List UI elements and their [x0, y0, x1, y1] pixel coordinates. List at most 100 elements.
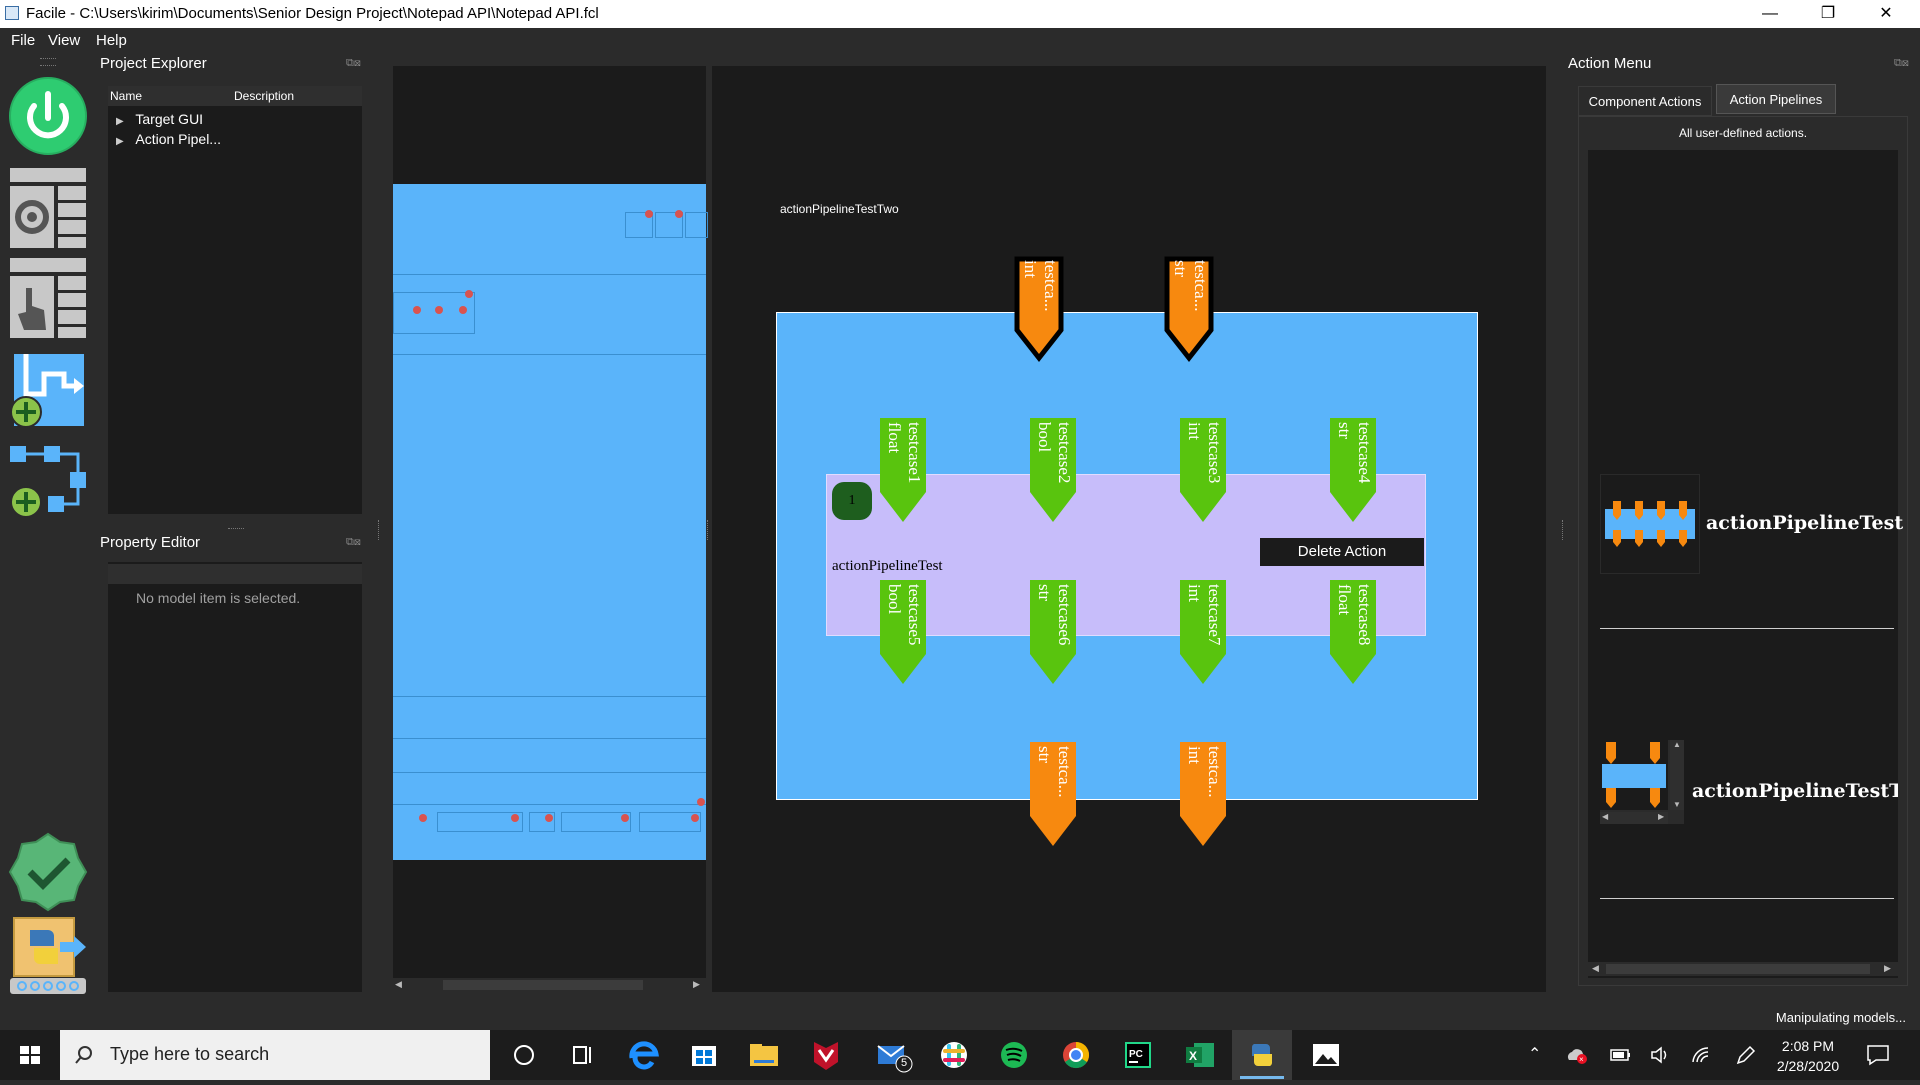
dock-splitter[interactable] — [378, 520, 381, 540]
scroll-left-icon[interactable]: ◀ — [395, 979, 402, 990]
battery-icon[interactable] — [1610, 1047, 1632, 1063]
action-center-icon[interactable] — [1866, 1044, 1890, 1066]
scrollbar-thumb[interactable] — [443, 980, 643, 990]
panel-splitter-grip[interactable] — [228, 528, 244, 533]
action-thumbnail-2[interactable]: ▲ ▼ ◀ ▶ — [1600, 740, 1684, 824]
action-item-label-2[interactable]: actionPipelineTestTw — [1692, 780, 1898, 802]
action-output-port[interactable]: testcase7 int — [1178, 580, 1228, 688]
toolbar-grip[interactable] — [40, 58, 56, 66]
action-output-port[interactable]: testcase8 float — [1328, 580, 1378, 688]
component-dot — [465, 290, 473, 298]
taskbar-clock[interactable]: 2:08 PM 2/28/2020 — [1768, 1036, 1848, 1076]
scroll-right-icon[interactable]: ▶ — [1658, 812, 1664, 821]
action-list-horizontal-scrollbar[interactable]: ◀ ▶ — [1588, 962, 1898, 976]
horizontal-scrollbar[interactable]: ◀ ▶ — [393, 978, 706, 992]
pipeline-output-port[interactable]: testca... str — [1028, 742, 1078, 850]
edge-browser-icon[interactable] — [614, 1030, 674, 1080]
wifi-icon[interactable] — [1690, 1045, 1712, 1065]
expand-arrow-icon[interactable]: ▶ — [116, 116, 124, 127]
add-action-pipeline-icon[interactable] — [8, 352, 88, 432]
port-name: testcase8 — [1355, 584, 1374, 646]
action-menu-dock-controls[interactable]: ⧉⊠ — [1894, 57, 1909, 70]
python-export-icon[interactable] — [8, 916, 88, 996]
component-dot — [419, 814, 427, 822]
add-component-pipeline-icon[interactable] — [8, 446, 88, 526]
port-name: testca... — [1055, 746, 1074, 798]
action-thumbnail-1[interactable] — [1600, 474, 1700, 574]
pycharm-icon[interactable]: PC — [1108, 1030, 1168, 1080]
gui-component[interactable] — [561, 812, 631, 832]
pipeline-output-port[interactable]: testca... int — [1178, 742, 1228, 850]
gui-component[interactable] — [685, 212, 708, 238]
project-explorer-dock-controls[interactable]: ⧉⊠ — [346, 57, 361, 70]
task-view-icon[interactable] — [552, 1030, 612, 1080]
project-explorer-tree[interactable] — [108, 86, 362, 514]
action-input-port[interactable]: testcase3 int — [1178, 418, 1228, 526]
thumb-vertical-scrollbar[interactable]: ▲ ▼ — [1670, 740, 1684, 810]
action-output-port[interactable]: testcase6 str — [1028, 580, 1078, 688]
onedrive-error-icon[interactable]: × — [1566, 1046, 1588, 1064]
scroll-down-icon[interactable]: ▼ — [1673, 800, 1681, 809]
column-header-description[interactable]: Description — [234, 89, 294, 103]
port-type: float — [1335, 584, 1354, 616]
component-dot — [621, 814, 629, 822]
minimize-button[interactable]: — — [1742, 0, 1798, 28]
pipeline-input-port[interactable]: testca... str — [1164, 256, 1214, 364]
pipeline-input-port[interactable]: testca... int — [1014, 256, 1064, 364]
spotify-icon[interactable] — [984, 1030, 1044, 1080]
target-gui-pointer-icon[interactable] — [8, 258, 88, 338]
taskbar-search-box[interactable]: Type here to search — [60, 1030, 490, 1080]
pen-workspace-icon[interactable] — [1734, 1045, 1756, 1065]
facile-python-app-icon[interactable] — [1232, 1030, 1292, 1080]
tab-component-actions[interactable]: Component Actions — [1578, 86, 1712, 116]
scrollbar-thumb[interactable] — [1606, 964, 1870, 974]
scroll-left-icon[interactable]: ◀ — [1602, 812, 1608, 821]
action-input-port[interactable]: testcase4 str — [1328, 418, 1378, 526]
windows-start-icon[interactable] — [0, 1030, 60, 1080]
validate-checkmark-icon[interactable] — [8, 832, 88, 912]
scroll-right-icon[interactable]: ▶ — [693, 979, 700, 990]
mcafee-icon[interactable] — [796, 1030, 856, 1080]
action-output-port[interactable]: testcase5 bool — [878, 580, 928, 688]
mail-icon[interactable]: 5 — [862, 1030, 922, 1080]
context-menu-delete-action[interactable]: Delete Action — [1260, 538, 1424, 566]
close-button[interactable]: ✕ — [1858, 0, 1914, 28]
scroll-right-icon[interactable]: ▶ — [1884, 963, 1891, 974]
scroll-left-icon[interactable]: ◀ — [1592, 963, 1599, 974]
excel-icon[interactable]: X — [1170, 1030, 1230, 1080]
power-icon[interactable] — [8, 76, 88, 156]
file-explorer-icon[interactable] — [734, 1030, 794, 1080]
tab-action-pipelines[interactable]: Action Pipelines — [1716, 84, 1836, 114]
column-header-name[interactable]: Name — [110, 89, 142, 103]
tree-item-target-gui[interactable]: ▶ Target GUI — [116, 111, 203, 127]
property-editor-area — [108, 562, 362, 992]
microsoft-store-icon[interactable] — [674, 1030, 734, 1080]
chrome-icon[interactable] — [1046, 1030, 1106, 1080]
action-item-label-1[interactable]: actionPipelineTest — [1706, 512, 1903, 534]
photos-icon[interactable] — [1296, 1030, 1356, 1080]
action-pipeline-canvas[interactable]: actionPipelineTestTwo 1 actionPipelineTe… — [712, 66, 1546, 992]
port-type: int — [1185, 746, 1204, 764]
show-hidden-icons-chevron-icon[interactable]: ⌃ — [1528, 1044, 1541, 1064]
volume-icon[interactable] — [1650, 1045, 1672, 1065]
gui-component[interactable] — [437, 812, 523, 832]
scroll-up-icon[interactable]: ▲ — [1673, 740, 1681, 749]
target-gui-window[interactable] — [393, 184, 708, 860]
menu-file[interactable]: File — [11, 32, 35, 49]
tree-item-action-pipelines[interactable]: ▶ Action Pipel... — [116, 131, 221, 147]
property-editor-dock-controls[interactable]: ⧉⊠ — [346, 536, 361, 549]
canvas-splitter[interactable] — [707, 520, 710, 540]
action-list[interactable]: actionPipelineTest ▲ ▼ ◀ ▶ actionPipelin… — [1588, 150, 1903, 978]
menu-view[interactable]: View — [48, 32, 80, 49]
dock-splitter[interactable] — [1562, 520, 1565, 540]
menu-help[interactable]: Help — [96, 32, 127, 49]
action-input-port[interactable]: testcase2 bool — [1028, 418, 1078, 526]
target-gui-canvas[interactable]: ◀ ▶ — [393, 66, 708, 992]
action-input-port[interactable]: testcase1 float — [878, 418, 928, 526]
target-gui-settings-icon[interactable] — [8, 168, 88, 248]
slack-icon[interactable] — [924, 1030, 984, 1080]
cortana-icon[interactable] — [494, 1030, 554, 1080]
expand-arrow-icon[interactable]: ▶ — [116, 136, 124, 147]
maximize-button[interactable]: ❐ — [1800, 0, 1856, 28]
thumb-horizontal-scrollbar[interactable]: ◀ ▶ — [1600, 812, 1668, 824]
